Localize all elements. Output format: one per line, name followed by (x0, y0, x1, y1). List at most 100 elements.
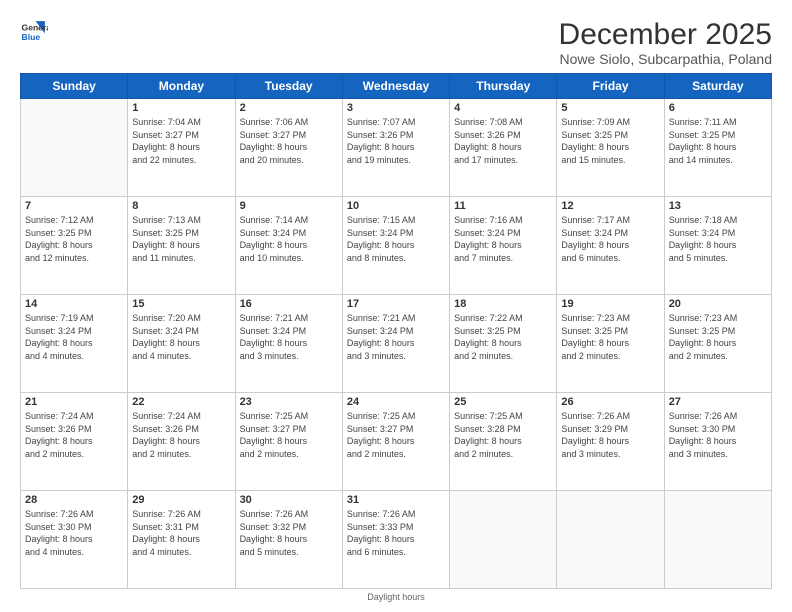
day-number: 1 (132, 102, 230, 114)
calendar-cell: 20 Sunrise: 7:23 AM Sunset: 3:25 PM Dayli… (664, 295, 771, 393)
day-number: 23 (240, 396, 338, 408)
calendar-cell: 18Sunrise: 7:22 AM Sunset: 3:25 PM Dayli… (450, 295, 557, 393)
day-info: Sunrise: 7:26 AM Sunset: 3:31 PM Dayligh… (132, 508, 230, 558)
calendar-cell (664, 491, 771, 589)
calendar-cell: 19Sunrise: 7:23 AM Sunset: 3:25 PM Dayli… (557, 295, 664, 393)
day-number: 3 (347, 102, 445, 114)
day-number: 5 (561, 102, 659, 114)
day-number: 8 (132, 200, 230, 212)
calendar-cell: 24 Sunrise: 7:25 AM Sunset: 3:27 PM Dayli… (342, 393, 449, 491)
calendar-cell: 22 Sunrise: 7:24 AM Sunset: 3:26 PM Dayli… (128, 393, 235, 491)
day-info: Sunrise: 7:09 AM Sunset: 3:25 PM Dayligh… (561, 116, 659, 166)
location: Nowe Siolo, Subcarpathia, Poland (559, 51, 772, 67)
day-info: Sunrise: 7:18 AM Sunset: 3:24 PM Dayligh… (669, 214, 767, 264)
day-number: 7 (25, 200, 123, 212)
calendar-cell (21, 99, 128, 197)
calendar-header-monday: Monday (128, 74, 235, 99)
day-number: 28 (25, 494, 123, 506)
day-info: Sunrise: 7:25 AM Sunset: 3:28 PM Dayligh… (454, 410, 552, 460)
calendar-cell: 9 Sunrise: 7:14 AM Sunset: 3:24 PM Daylig… (235, 197, 342, 295)
calendar-header-row: SundayMondayTuesdayWednesdayThursdayFrid… (21, 74, 772, 99)
day-number: 21 (25, 396, 123, 408)
day-number: 4 (454, 102, 552, 114)
day-info: Sunrise: 7:21 AM Sunset: 3:24 PM Dayligh… (240, 312, 338, 362)
calendar-cell: 28Sunrise: 7:26 AM Sunset: 3:30 PM Dayli… (21, 491, 128, 589)
day-info: Sunrise: 7:26 AM Sunset: 3:30 PM Dayligh… (669, 410, 767, 460)
day-number: 14 (25, 298, 123, 310)
svg-text:Blue: Blue (22, 32, 41, 42)
calendar-header-tuesday: Tuesday (235, 74, 342, 99)
day-number: 30 (240, 494, 338, 506)
day-number: 12 (561, 200, 659, 212)
day-info: Sunrise: 7:07 AM Sunset: 3:26 PM Dayligh… (347, 116, 445, 166)
calendar-cell: 2Sunrise: 7:06 AM Sunset: 3:27 PM Daylig… (235, 99, 342, 197)
title-block: December 2025 Nowe Siolo, Subcarpathia, … (559, 18, 772, 67)
day-info: Sunrise: 7:04 AM Sunset: 3:27 PM Dayligh… (132, 116, 230, 166)
day-info: Sunrise: 7:06 AM Sunset: 3:27 PM Dayligh… (240, 116, 338, 166)
calendar-header-friday: Friday (557, 74, 664, 99)
day-number: 29 (132, 494, 230, 506)
calendar-header-sunday: Sunday (21, 74, 128, 99)
svg-text:General: General (22, 22, 48, 32)
day-info: Sunrise: 7:20 AM Sunset: 3:24 PM Dayligh… (132, 312, 230, 362)
day-info: Sunrise: 7:26 AM Sunset: 3:29 PM Dayligh… (561, 410, 659, 460)
day-number: 24 (347, 396, 445, 408)
calendar-week-3: 14 Sunrise: 7:19 AM Sunset: 3:24 PM Dayli… (21, 295, 772, 393)
calendar-cell: 15 Sunrise: 7:20 AM Sunset: 3:24 PM Dayli… (128, 295, 235, 393)
day-info: Sunrise: 7:23 AM Sunset: 3:25 PM Dayligh… (669, 312, 767, 362)
day-info: Sunrise: 7:24 AM Sunset: 3:26 PM Dayligh… (25, 410, 123, 460)
calendar-cell: 27Sunrise: 7:26 AM Sunset: 3:30 PM Dayli… (664, 393, 771, 491)
calendar-cell: 30 Sunrise: 7:26 AM Sunset: 3:32 PM Dayli… (235, 491, 342, 589)
day-info: Sunrise: 7:12 AM Sunset: 3:25 PM Dayligh… (25, 214, 123, 264)
calendar-cell: 16Sunrise: 7:21 AM Sunset: 3:24 PM Dayli… (235, 295, 342, 393)
day-number: 19 (561, 298, 659, 310)
calendar-cell: 10Sunrise: 7:15 AM Sunset: 3:24 PM Dayli… (342, 197, 449, 295)
logo-icon: General Blue (20, 18, 48, 46)
footer-note: Daylight hours (20, 592, 772, 602)
day-info: Sunrise: 7:26 AM Sunset: 3:32 PM Dayligh… (240, 508, 338, 558)
calendar-cell: 7 Sunrise: 7:12 AM Sunset: 3:25 PM Daylig… (21, 197, 128, 295)
calendar-table: SundayMondayTuesdayWednesdayThursdayFrid… (20, 73, 772, 589)
calendar-cell: 8 Sunrise: 7:13 AM Sunset: 3:25 PM Daylig… (128, 197, 235, 295)
calendar-cell: 4 Sunrise: 7:08 AM Sunset: 3:26 PM Daylig… (450, 99, 557, 197)
calendar-header-saturday: Saturday (664, 74, 771, 99)
calendar-cell: 1 Sunrise: 7:04 AM Sunset: 3:27 PM Daylig… (128, 99, 235, 197)
calendar-cell: 25 Sunrise: 7:25 AM Sunset: 3:28 PM Dayli… (450, 393, 557, 491)
day-number: 13 (669, 200, 767, 212)
calendar-week-4: 21 Sunrise: 7:24 AM Sunset: 3:26 PM Dayli… (21, 393, 772, 491)
calendar-cell: 31 Sunrise: 7:26 AM Sunset: 3:33 PM Dayli… (342, 491, 449, 589)
day-info: Sunrise: 7:11 AM Sunset: 3:25 PM Dayligh… (669, 116, 767, 166)
day-info: Sunrise: 7:16 AM Sunset: 3:24 PM Dayligh… (454, 214, 552, 264)
month-title: December 2025 (559, 18, 772, 51)
day-number: 20 (669, 298, 767, 310)
calendar-cell: 14 Sunrise: 7:19 AM Sunset: 3:24 PM Dayli… (21, 295, 128, 393)
day-number: 26 (561, 396, 659, 408)
day-number: 9 (240, 200, 338, 212)
day-info: Sunrise: 7:21 AM Sunset: 3:24 PM Dayligh… (347, 312, 445, 362)
day-info: Sunrise: 7:24 AM Sunset: 3:26 PM Dayligh… (132, 410, 230, 460)
calendar-cell: 13 Sunrise: 7:18 AM Sunset: 3:24 PM Dayli… (664, 197, 771, 295)
day-info: Sunrise: 7:17 AM Sunset: 3:24 PM Dayligh… (561, 214, 659, 264)
day-number: 17 (347, 298, 445, 310)
day-number: 11 (454, 200, 552, 212)
day-number: 25 (454, 396, 552, 408)
day-number: 31 (347, 494, 445, 506)
day-info: Sunrise: 7:26 AM Sunset: 3:33 PM Dayligh… (347, 508, 445, 558)
calendar-cell (450, 491, 557, 589)
day-number: 18 (454, 298, 552, 310)
header: General Blue December 2025 Nowe Siolo, S… (20, 18, 772, 67)
calendar-cell: 26 Sunrise: 7:26 AM Sunset: 3:29 PM Dayli… (557, 393, 664, 491)
calendar-cell: 11 Sunrise: 7:16 AM Sunset: 3:24 PM Dayli… (450, 197, 557, 295)
day-info: Sunrise: 7:08 AM Sunset: 3:26 PM Dayligh… (454, 116, 552, 166)
day-number: 15 (132, 298, 230, 310)
calendar-cell: 12 Sunrise: 7:17 AM Sunset: 3:24 PM Dayli… (557, 197, 664, 295)
calendar-cell: 17 Sunrise: 7:21 AM Sunset: 3:24 PM Dayli… (342, 295, 449, 393)
day-info: Sunrise: 7:14 AM Sunset: 3:24 PM Dayligh… (240, 214, 338, 264)
day-number: 22 (132, 396, 230, 408)
day-info: Sunrise: 7:25 AM Sunset: 3:27 PM Dayligh… (347, 410, 445, 460)
day-info: Sunrise: 7:15 AM Sunset: 3:24 PM Dayligh… (347, 214, 445, 264)
calendar-week-2: 7 Sunrise: 7:12 AM Sunset: 3:25 PM Daylig… (21, 197, 772, 295)
day-info: Sunrise: 7:13 AM Sunset: 3:25 PM Dayligh… (132, 214, 230, 264)
calendar-cell: 21 Sunrise: 7:24 AM Sunset: 3:26 PM Dayli… (21, 393, 128, 491)
day-info: Sunrise: 7:19 AM Sunset: 3:24 PM Dayligh… (25, 312, 123, 362)
